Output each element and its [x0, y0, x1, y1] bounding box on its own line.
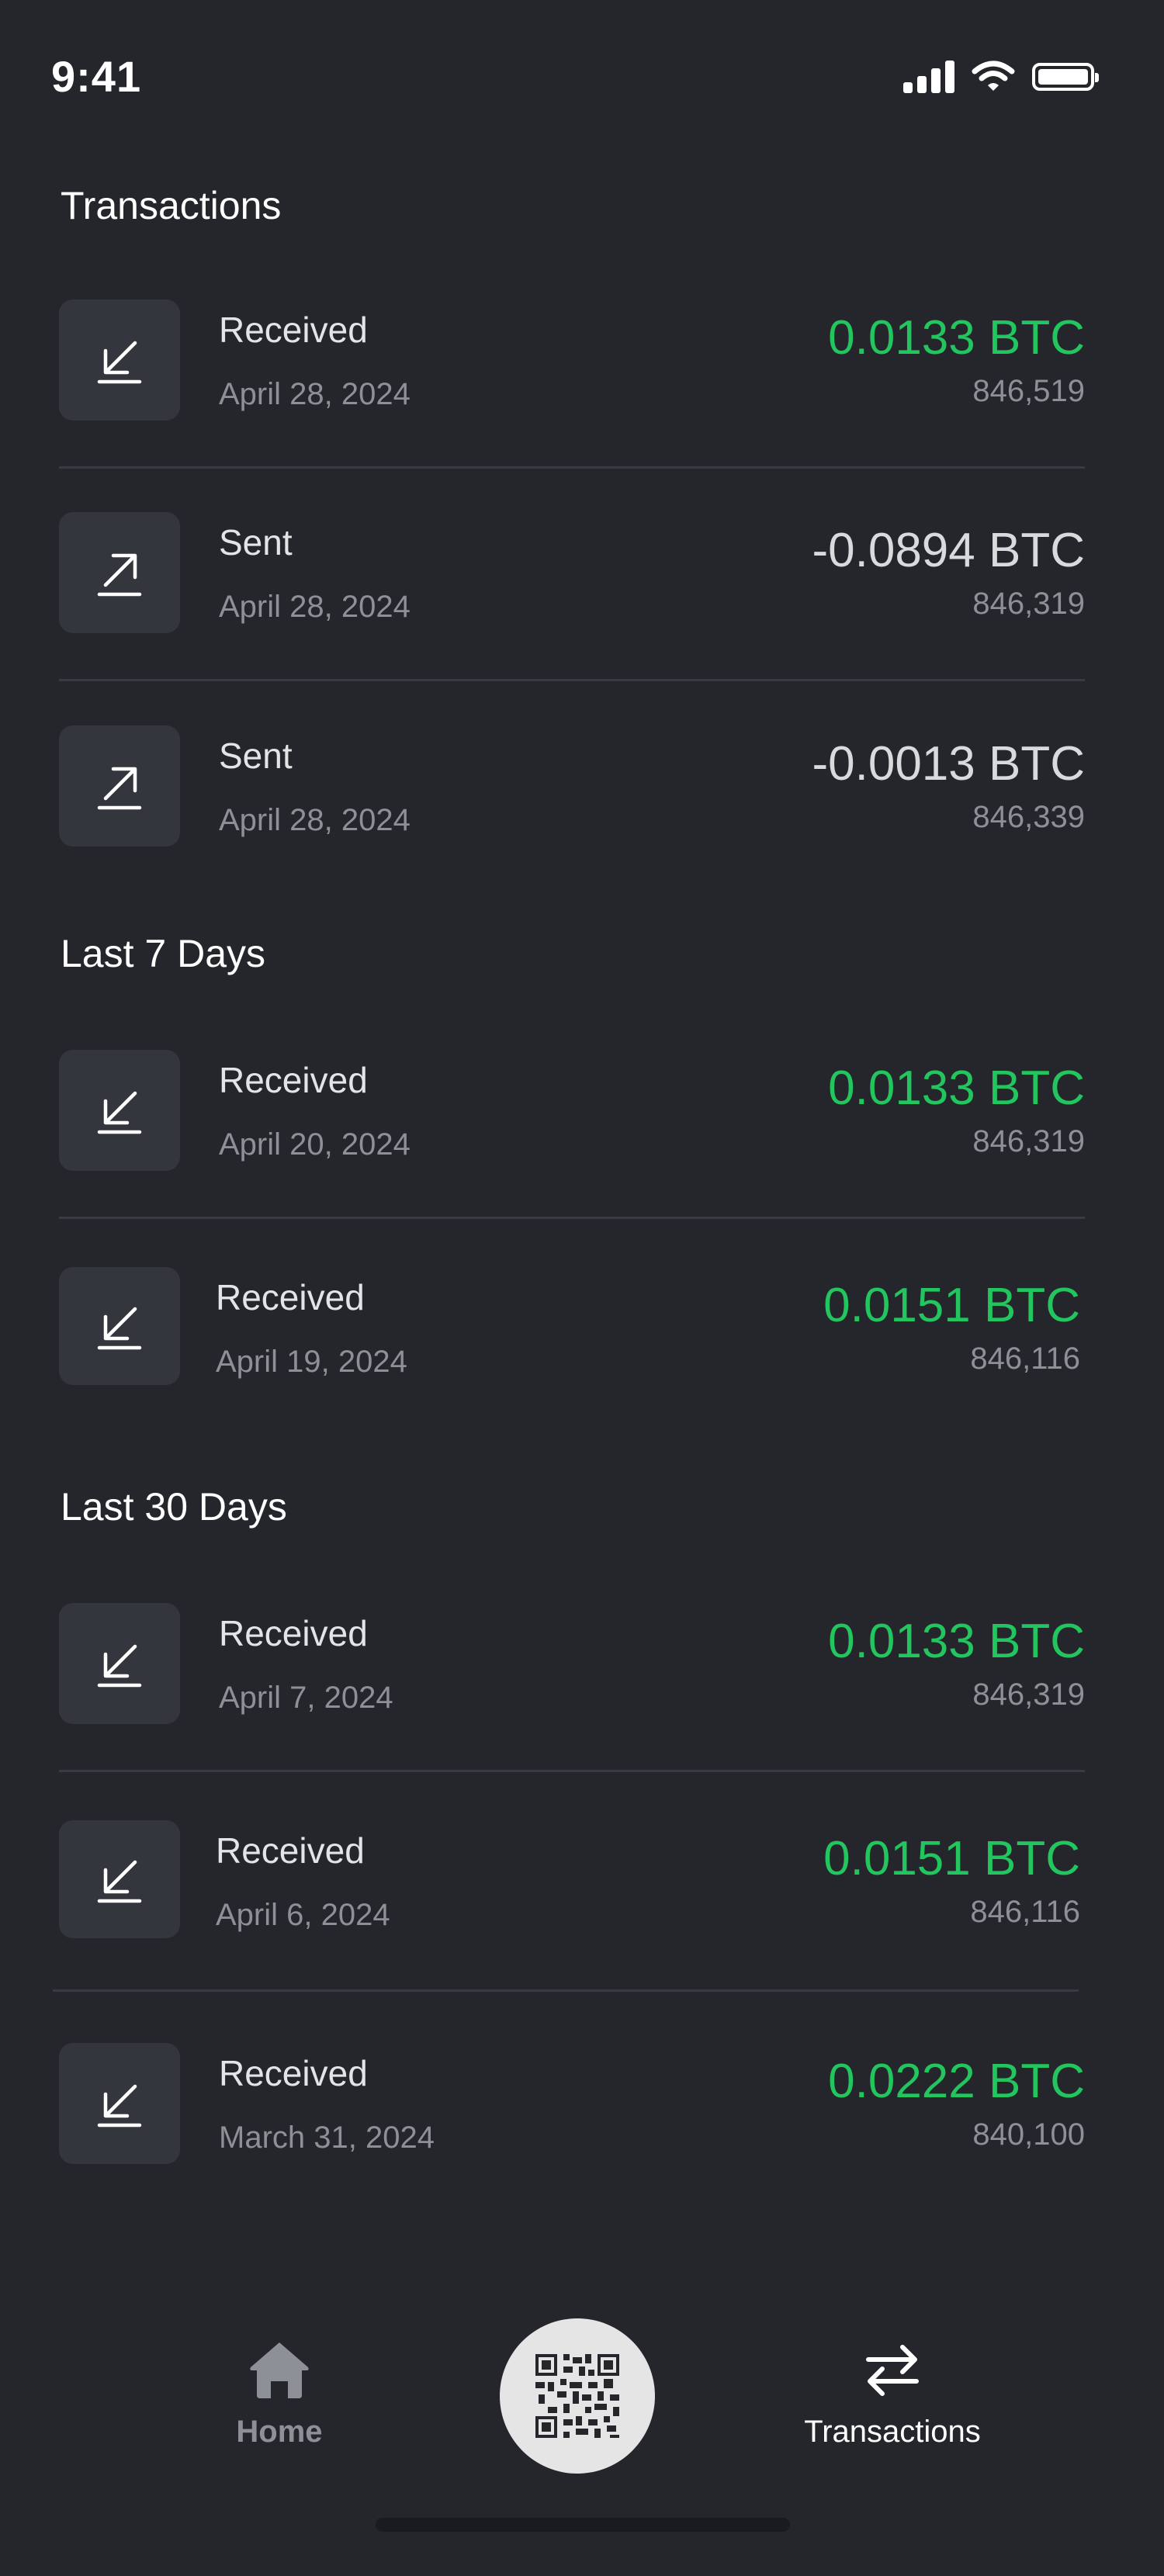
home-indicator[interactable]: [376, 2518, 790, 2532]
transaction-amount: -0.0013 BTC: [812, 737, 1085, 791]
transaction-block: 846,319: [972, 587, 1085, 621]
scan-qr-button[interactable]: [500, 2318, 655, 2474]
transaction-amount: 0.0133 BTC: [828, 311, 1085, 365]
transaction-date: April 28, 2024: [219, 803, 411, 837]
transaction-date: April 28, 2024: [219, 377, 411, 411]
battery-icon: [1032, 63, 1099, 91]
transaction-block: 846,319: [972, 1124, 1085, 1158]
nav-home[interactable]: Home: [233, 2339, 326, 2450]
sent-arrow-icon: [59, 512, 180, 633]
transaction-date: April 28, 2024: [219, 590, 411, 624]
nav-home-label: Home: [236, 2415, 323, 2449]
divider: [59, 466, 1085, 469]
transaction-row[interactable]: Received April 7, 2024 0.0133 BTC 846,31…: [59, 1603, 1085, 1743]
transaction-date: April 20, 2024: [219, 1127, 411, 1162]
nav-transactions-label: Transactions: [804, 2415, 981, 2449]
transaction-row[interactable]: Received April 6, 2024 0.0151 BTC 846,11…: [59, 1820, 1085, 1960]
status-icons: [903, 61, 1099, 93]
transaction-row[interactable]: Received April 28, 2024 0.0133 BTC 846,5…: [59, 299, 1085, 439]
transaction-amount: 0.0133 BTC: [828, 1615, 1085, 1668]
transaction-type: Sent: [219, 522, 293, 563]
transaction-row[interactable]: Sent April 28, 2024 -0.0013 BTC 846,339: [59, 725, 1085, 865]
swap-arrows-icon: [866, 2345, 919, 2396]
wifi-icon: [972, 61, 1015, 91]
section-title-last-7-days: Last 7 Days: [61, 932, 266, 975]
section-title-transactions: Transactions: [61, 184, 282, 227]
transaction-block: 846,339: [972, 800, 1085, 834]
transaction-row[interactable]: Received March 31, 2024 0.0222 BTC 840,1…: [59, 2043, 1085, 2183]
transaction-amount: -0.0894 BTC: [812, 524, 1085, 577]
transaction-type: Received: [219, 2053, 368, 2093]
divider: [53, 1989, 1079, 1992]
divider: [59, 679, 1085, 681]
app-screen: 9:41 Transactions Received April 28, 202…: [0, 0, 1164, 2576]
divider: [59, 1217, 1085, 1219]
received-arrow-icon: [59, 1820, 180, 1938]
transaction-amount: 0.0151 BTC: [823, 1832, 1080, 1885]
received-arrow-icon: [59, 1603, 180, 1724]
transaction-block: 846,116: [970, 1895, 1080, 1929]
transaction-block: 846,319: [972, 1678, 1085, 1712]
transaction-block: 846,519: [972, 374, 1085, 408]
transaction-type: Received: [219, 1613, 368, 1653]
transaction-type: Sent: [219, 736, 293, 776]
transaction-type: Received: [216, 1830, 365, 1871]
transaction-row[interactable]: Sent April 28, 2024 -0.0894 BTC 846,319: [59, 512, 1085, 652]
divider: [59, 1770, 1085, 1772]
status-time: 9:41: [51, 52, 142, 101]
transaction-date: March 31, 2024: [219, 2121, 435, 2155]
sent-arrow-icon: [59, 725, 180, 847]
transaction-type: Received: [219, 1060, 368, 1100]
transaction-row[interactable]: Received April 19, 2024 0.0151 BTC 846,1…: [59, 1267, 1085, 1407]
transaction-block: 840,100: [972, 2117, 1085, 2152]
transaction-row[interactable]: Received April 20, 2024 0.0133 BTC 846,3…: [59, 1050, 1085, 1189]
transaction-amount: 0.0151 BTC: [823, 1279, 1080, 1332]
section-title-last-30-days: Last 30 Days: [61, 1485, 287, 1529]
home-icon: [250, 2342, 309, 2398]
received-arrow-icon: [59, 1050, 180, 1171]
transaction-date: April 19, 2024: [216, 1345, 407, 1379]
transaction-type: Received: [216, 1277, 365, 1317]
transaction-type: Received: [219, 310, 368, 350]
transaction-amount: 0.0222 BTC: [828, 2055, 1085, 2108]
received-arrow-icon: [59, 2043, 180, 2164]
signal-icon: [903, 61, 954, 93]
transaction-block: 846,116: [970, 1342, 1080, 1376]
transaction-amount: 0.0133 BTC: [828, 1061, 1085, 1115]
received-arrow-icon: [59, 1267, 180, 1385]
transaction-date: April 6, 2024: [216, 1898, 390, 1932]
received-arrow-icon: [59, 299, 180, 421]
qr-code-icon: [535, 2354, 619, 2438]
nav-transactions[interactable]: Transactions: [784, 2339, 1001, 2450]
transaction-date: April 7, 2024: [219, 1681, 393, 1715]
